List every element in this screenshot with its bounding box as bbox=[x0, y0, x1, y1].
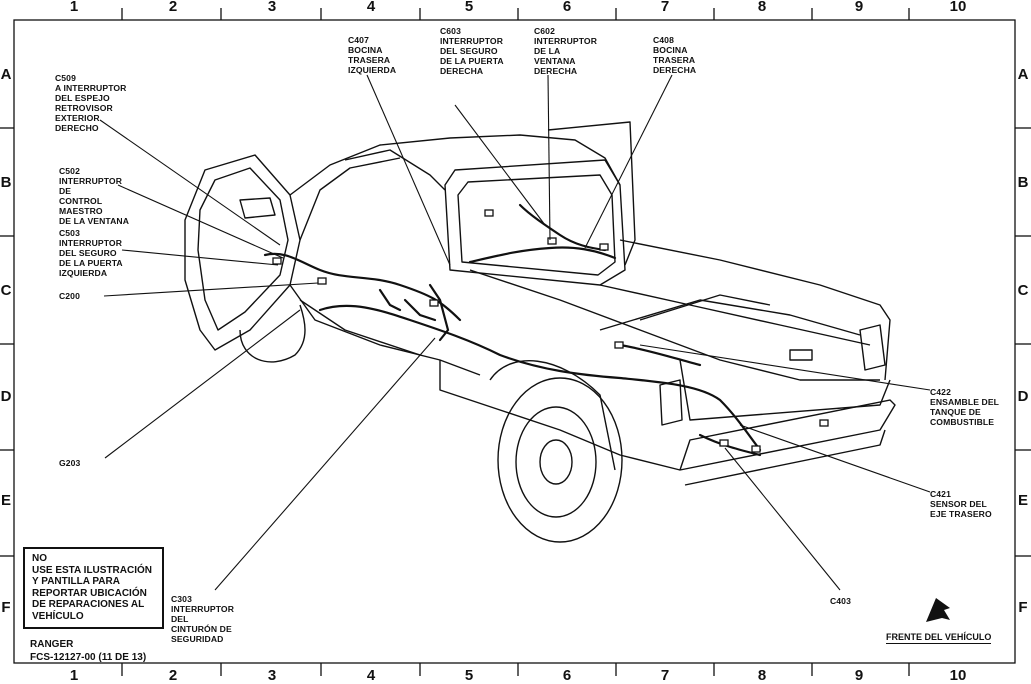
callout-c603: C603 INTERRUPTOR DEL SEGURO DE LA PUERTA… bbox=[440, 26, 504, 76]
grid-row-e-right: E bbox=[1017, 492, 1028, 509]
grid-row-f-right: F bbox=[1018, 599, 1028, 616]
callout-c403: C403 bbox=[830, 596, 851, 606]
grid-col-2-bottom: 2 bbox=[168, 667, 178, 684]
truck-illustration bbox=[184, 121, 896, 543]
grid-col-9-bottom: 9 bbox=[854, 667, 864, 684]
callout-c602: C602 INTERRUPTOR DE LA VENTANA DERECHA bbox=[534, 26, 598, 76]
grid-col-7-bottom: 7 bbox=[660, 667, 670, 684]
callout-c503: C503 INTERRUPTOR DEL SEGURO DE LA PUERTA… bbox=[59, 228, 123, 278]
grid-row-a-left: A bbox=[0, 66, 12, 83]
grid-col-3-top: 3 bbox=[267, 0, 277, 15]
grid-row-d-right: D bbox=[1017, 388, 1029, 405]
grid-col-5-bottom: 5 bbox=[464, 667, 474, 684]
grid-row-c-left: C bbox=[0, 282, 12, 299]
grid-col-4-bottom: 4 bbox=[366, 667, 376, 684]
grid-row-b-right: B bbox=[1017, 174, 1029, 191]
callout-g203: G203 bbox=[59, 458, 81, 468]
grid-row-f-left: F bbox=[1, 599, 11, 616]
grid-row-a-right: A bbox=[1017, 66, 1029, 83]
front-of-vehicle-label: FRENTE DEL VEHÍCULO bbox=[886, 632, 992, 644]
grid-col-1-top: 1 bbox=[69, 0, 79, 15]
callout-c421: C421 SENSOR DEL EJE TRASERO bbox=[930, 489, 992, 519]
grid-col-5-top: 5 bbox=[464, 0, 474, 15]
warning-box: NO USE ESTA ILUSTRACIÓN Y PANTILLA PARA … bbox=[23, 547, 164, 629]
grid-row-b-left: B bbox=[0, 174, 12, 191]
callout-c200: C200 bbox=[59, 291, 80, 301]
callout-c303: C303 INTERRUPTOR DEL CINTURÓN DE SEGURID… bbox=[171, 594, 235, 644]
grid-col-9-top: 9 bbox=[854, 0, 864, 15]
callout-c422: C422 ENSAMBLE DEL TANQUE DE COMBUSTIBLE bbox=[930, 387, 999, 427]
callout-c502: C502 INTERRUPTOR DE CONTROL MAESTRO DE L… bbox=[59, 166, 130, 226]
grid-col-7-top: 7 bbox=[660, 0, 670, 15]
grid-col-3-bottom: 3 bbox=[267, 667, 277, 684]
leader-lines bbox=[99, 74, 931, 591]
grid-col-10-bottom: 10 bbox=[949, 667, 967, 684]
model-name: RANGER bbox=[30, 639, 74, 650]
grid-col-10-top: 10 bbox=[949, 0, 967, 15]
frame bbox=[13, 19, 1016, 664]
document-number: FCS-12127-00 (11 DE 13) bbox=[30, 652, 147, 663]
warning-text: NO USE ESTA ILUSTRACIÓN Y PANTILLA PARA … bbox=[32, 553, 153, 622]
grid-col-6-top: 6 bbox=[562, 0, 572, 15]
grid-row-e-left: E bbox=[0, 492, 11, 509]
callout-c408: C408 BOCINA TRASERA DERECHA bbox=[653, 35, 697, 75]
grid-col-8-bottom: 8 bbox=[757, 667, 767, 684]
grid-col-4-top: 4 bbox=[366, 0, 376, 15]
grid-col-6-bottom: 6 bbox=[562, 667, 572, 684]
callout-c407: C407 BOCINA TRASERA IZQUIERDA bbox=[348, 35, 397, 75]
grid-row-c-right: C bbox=[1017, 282, 1029, 299]
grid-col-2-top: 2 bbox=[168, 0, 178, 15]
front-of-vehicle-arrow-icon bbox=[926, 598, 950, 622]
grid-row-d-left: D bbox=[0, 388, 12, 405]
grid-col-1-bottom: 1 bbox=[69, 667, 79, 684]
grid-col-8-top: 8 bbox=[757, 0, 767, 15]
callout-c509: C509 A INTERRUPTOR DEL ESPEJO RETROVISOR… bbox=[55, 73, 127, 133]
